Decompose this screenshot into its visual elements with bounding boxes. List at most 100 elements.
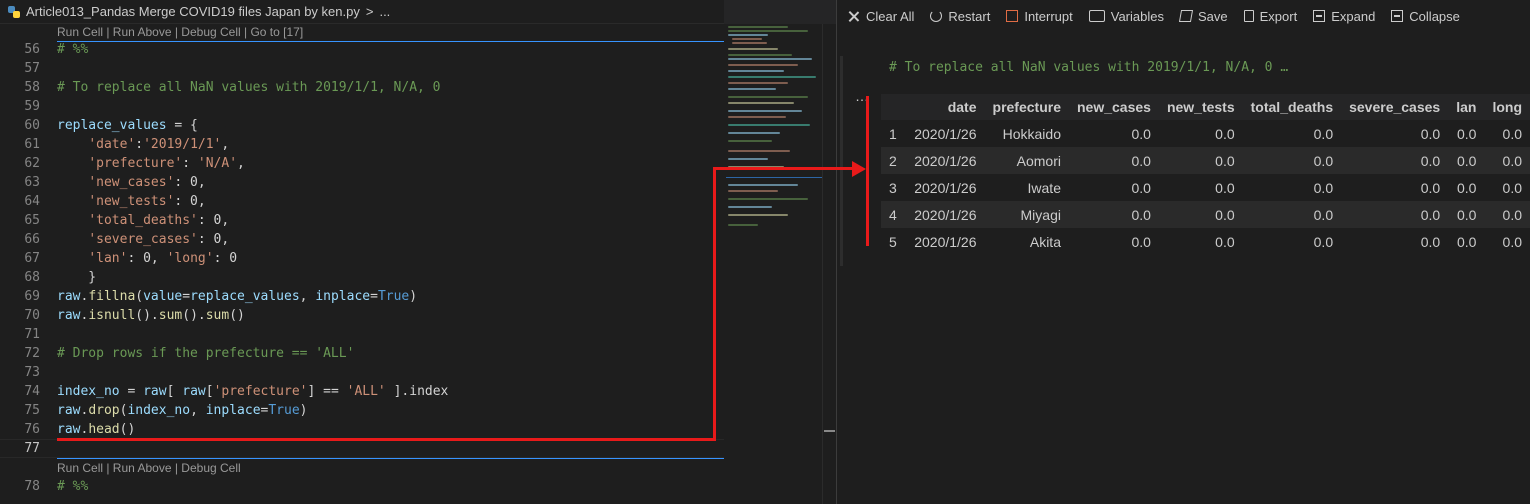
code-line[interactable]: 'new_cases': 0, (57, 173, 206, 192)
code-line[interactable]: raw.drop(index_no, inplace=True) (57, 401, 308, 420)
collapse-icon (1391, 10, 1404, 22)
editor-scrollbar[interactable] (822, 24, 836, 504)
table-cell: 2020/1/26 (906, 201, 985, 228)
table-cell: Aomori (984, 147, 1069, 174)
input-cell[interactable]: # To replace all NaN values with 2019/1/… (881, 52, 1524, 84)
editor-tab-bar: Article013_Pandas Merge COVID19 files Ja… (0, 0, 836, 24)
code-line[interactable]: # To replace all NaN values with 2019/1/… (57, 78, 441, 97)
code-token: 'prefecture' (88, 156, 183, 171)
minimap-line (728, 198, 808, 200)
row-index: 5 (889, 233, 897, 250)
editor-tab-active[interactable]: Article013_Pandas Merge COVID19 files Ja… (0, 0, 724, 24)
minimap-line (728, 88, 776, 90)
code-token: , (190, 403, 206, 418)
column-header: prefecture (984, 94, 1069, 120)
variables-button[interactable]: Variables (1088, 8, 1164, 24)
stop-icon (1006, 10, 1019, 22)
code-token: = { (166, 118, 198, 133)
table-cell: 0.0 (1068, 147, 1159, 174)
code-line[interactable]: 'severe_cases': 0, (57, 230, 229, 249)
codelens-bottom[interactable]: Run Cell | Run Above | Debug Cell (57, 461, 241, 475)
line-number: 56 (24, 42, 40, 57)
variables-label: Variables (1110, 8, 1164, 24)
code-token: , (299, 289, 316, 304)
interrupt-button[interactable]: Interrupt (1006, 9, 1073, 24)
line-number: 70 (24, 308, 40, 323)
code-editor[interactable]: Article013_Pandas Merge COVID19 files Ja… (0, 0, 836, 504)
code-line[interactable]: # %% (57, 477, 88, 496)
clear-all-label: Clear All (866, 8, 915, 24)
table-body: 1 2020/1/26 Hokkaido 0.0 0.0 0.0 0.0 0.0 0.0 2 202… (881, 120, 1530, 255)
code-line[interactable]: 'prefecture': 'N/A', (57, 154, 245, 173)
column-header: severe_cases (1341, 94, 1449, 120)
expand-label: Expand (1331, 8, 1376, 24)
table-cell: 0.0 (1502, 179, 1522, 196)
code-line[interactable]: 'date':'2019/1/1', (57, 135, 229, 154)
code-line[interactable]: # Drop rows if the prefecture == 'ALL' (57, 344, 354, 363)
code-line[interactable]: index_no = raw[ raw['prefecture'] == 'AL… (57, 382, 448, 401)
save-button[interactable]: Save (1178, 9, 1228, 24)
code-line[interactable]: 'new_tests': 0, (57, 192, 205, 211)
minimap-viewport[interactable] (726, 177, 822, 178)
table-cell: 0.0 (1131, 179, 1151, 196)
minimap[interactable] (726, 24, 822, 504)
variables-icon (1088, 10, 1105, 22)
export-icon (1243, 10, 1254, 22)
code-token: index_no (57, 384, 120, 399)
code-line[interactable]: } (57, 268, 96, 287)
code-token: inplace (205, 403, 261, 418)
minimap-line (728, 82, 788, 84)
breadcrumb-more[interactable]: ... (379, 4, 390, 19)
table-cell: Iwate (1027, 179, 1061, 196)
minimap-line (728, 34, 768, 36)
code-token: raw (57, 422, 81, 437)
table-cell: 0.0 (1131, 125, 1151, 142)
table-cell: 0.0 (1242, 201, 1342, 228)
minimap-line (728, 140, 772, 142)
expand-button[interactable]: Expand (1313, 9, 1375, 24)
line-number: 61 (24, 137, 40, 152)
table-row: 3 2020/1/26 Iwate 0.0 0.0 0.0 0.0 0.0 0.0 (881, 174, 1530, 201)
code-token: 'lan' (88, 251, 128, 266)
line-number: 75 (24, 403, 40, 418)
column-header: long (1484, 94, 1530, 120)
clear-all-button[interactable]: Clear All (847, 9, 914, 24)
code-token: 'N/A' (197, 156, 238, 171)
code-line[interactable]: # %% (57, 40, 88, 59)
table-cell: 0.0 (1215, 125, 1235, 142)
code-token: drop (88, 403, 120, 418)
export-button[interactable]: Export (1243, 9, 1297, 24)
code-line[interactable]: raw.head() (57, 420, 135, 439)
table-cell: 0.0 (1448, 147, 1485, 174)
minimap-line (728, 26, 788, 28)
interactive-window[interactable]: Clear All Restart Interrupt Variables Sa… (837, 0, 1530, 504)
code-token: ( (135, 289, 144, 304)
code-token: 'ALL' (346, 384, 386, 399)
code-area[interactable]: Run Cell | Run Above | Debug Cell | Go t… (0, 24, 724, 504)
dataframe-output: date prefecture new_cases new_tests tota… (881, 94, 1530, 255)
table-cell: 2020/1/26 (914, 125, 977, 142)
code-line[interactable]: 'lan': 0, 'long': 0 (57, 249, 237, 268)
line-number: 65 (24, 213, 40, 228)
code-token: : 0, (174, 175, 206, 190)
code-token: = (119, 384, 144, 399)
code-line[interactable]: replace_values = { (57, 116, 198, 135)
codelens-top[interactable]: Run Cell | Run Above | Debug Cell | Go t… (57, 25, 303, 39)
close-icon (847, 10, 860, 23)
code-token: raw (57, 403, 81, 418)
code-line[interactable]: raw.fillna(value=replace_values, inplace… (57, 287, 417, 306)
minimap-line (728, 190, 778, 192)
code-line[interactable]: 'total_deaths': 0, (57, 211, 229, 230)
collapse-button[interactable]: Collapse (1391, 9, 1460, 24)
line-number: 66 (24, 232, 40, 247)
code-token: () (119, 422, 136, 437)
minimap-line (728, 102, 794, 104)
code-token: ) (299, 403, 308, 418)
line-number: 76 (24, 422, 40, 437)
restart-button[interactable]: Restart (930, 9, 990, 24)
code-line[interactable]: raw.isnull().sum().sum() (57, 306, 245, 325)
